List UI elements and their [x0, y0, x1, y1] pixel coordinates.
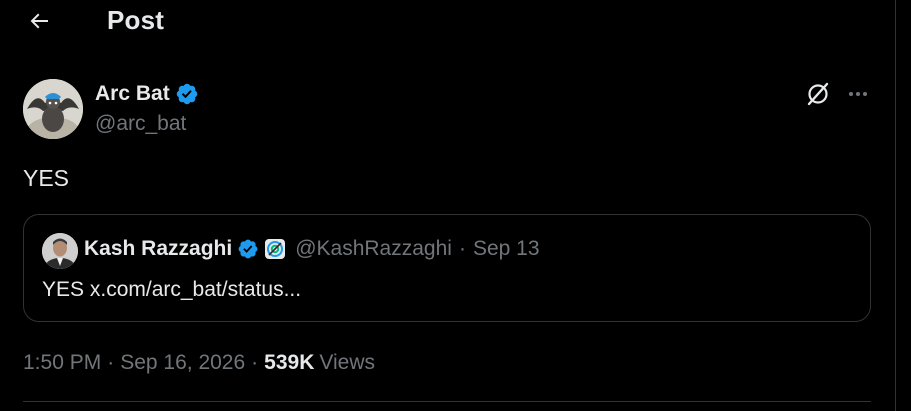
divider: [23, 401, 871, 402]
arrow-left-icon: [27, 9, 51, 33]
post-meta: 1:50 PM · Sep 16, 2026 · 539K Views: [23, 351, 375, 375]
quote-avatar: [42, 233, 78, 269]
affiliate-badge-icon[interactable]: [264, 238, 286, 260]
post-time[interactable]: 1:50 PM: [23, 351, 101, 375]
page-header: Post: [0, 0, 895, 44]
quote-date[interactable]: Sep 13: [473, 237, 540, 261]
column-border: [895, 0, 896, 411]
post-date[interactable]: Sep 16, 2026: [120, 351, 245, 375]
more-horizontal-icon: [846, 82, 870, 106]
quote-header: Kash Razzaghi @KashRazzaghi · Sep 13: [84, 237, 540, 261]
more-options-button[interactable]: [844, 80, 872, 108]
author-name-row: Arc Bat: [95, 82, 199, 106]
verified-badge-icon[interactable]: [237, 238, 259, 260]
post-text: YES: [23, 165, 70, 191]
quote-author-handle[interactable]: @KashRazzaghi: [295, 237, 452, 261]
author-handle[interactable]: @arc_bat: [95, 112, 186, 136]
quoted-post-card[interactable]: Kash Razzaghi @KashRazzaghi · Sep 13 YES…: [23, 214, 871, 322]
meta-separator: ·: [107, 351, 115, 374]
meta-separator: ·: [251, 351, 259, 374]
back-button[interactable]: [22, 4, 56, 38]
grok-icon: [805, 81, 831, 107]
quote-separator: ·: [458, 237, 466, 260]
quote-text: YES x.com/arc_bat/status...: [42, 278, 302, 301]
views-count[interactable]: 539K: [264, 351, 314, 375]
avatar[interactable]: [23, 79, 83, 139]
verified-badge-icon[interactable]: [175, 82, 199, 106]
page-title: Post: [107, 5, 165, 35]
author-name[interactable]: Arc Bat: [95, 82, 170, 106]
grok-button[interactable]: [804, 80, 832, 108]
quote-author-name[interactable]: Kash Razzaghi: [84, 237, 232, 261]
views-label[interactable]: Views: [319, 351, 375, 375]
